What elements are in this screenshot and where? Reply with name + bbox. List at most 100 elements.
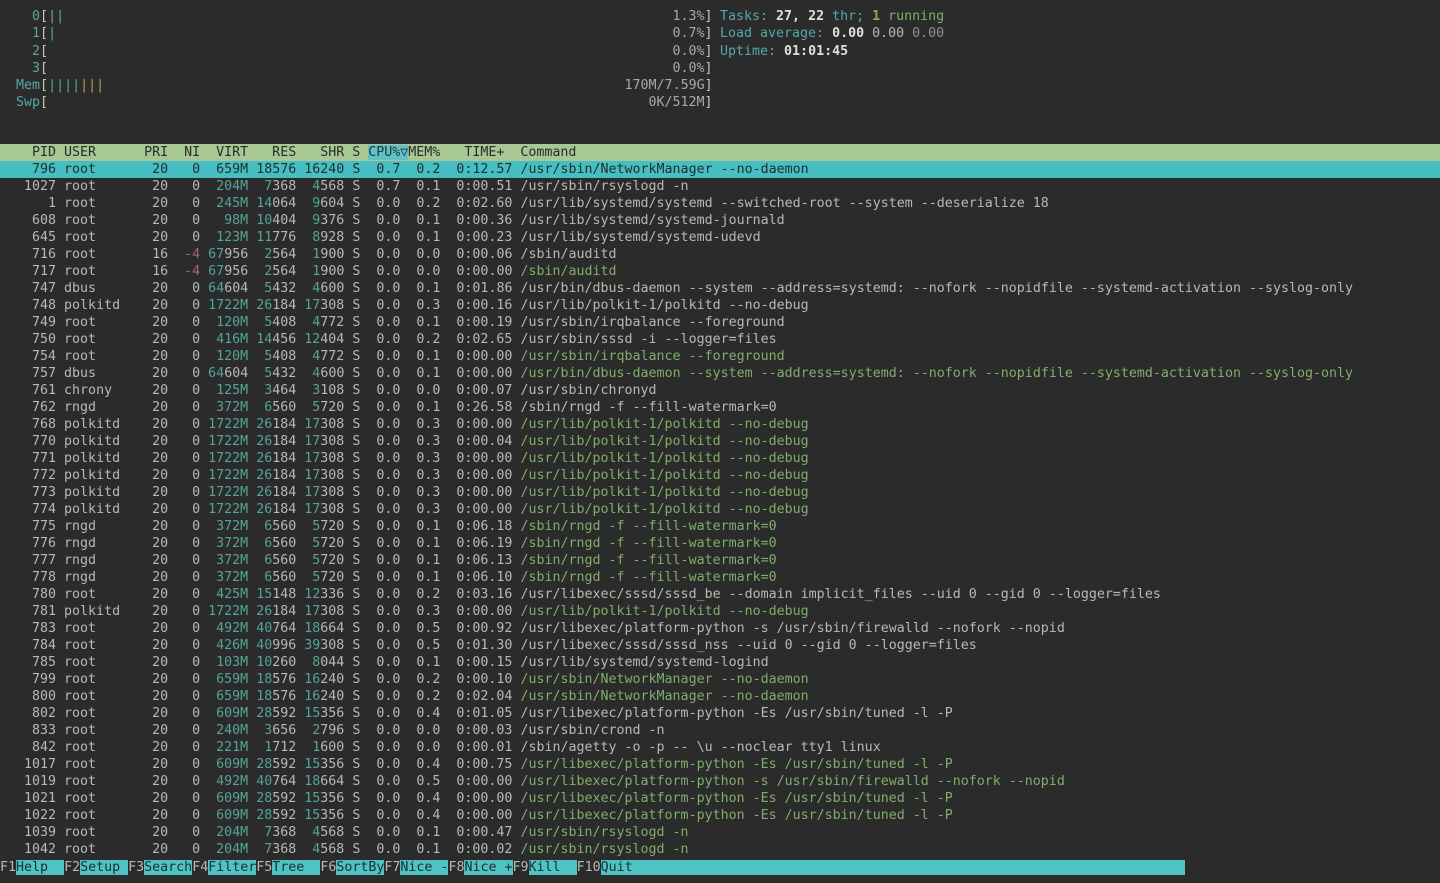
process-row[interactable]: 608 root 20 0 98M 10404 9376 S 0.0 0.1 0… [0, 212, 1440, 229]
process-nice: 0 [168, 587, 200, 602]
fkey-search[interactable]: F3Search [128, 859, 192, 877]
fkey-sortby[interactable]: F6SortBy [320, 859, 384, 877]
process-row[interactable]: 778 rngd 20 0 372M 6560 5720 S 0.0 0.1 0… [0, 569, 1440, 586]
fkey-filter[interactable]: F4Filter [192, 859, 256, 877]
process-stats: S 0.0 0.1 0:00.23 [344, 230, 520, 245]
process-row[interactable]: 1017 root 20 0 609M 28592 15356 S 0.0 0.… [0, 756, 1440, 773]
process-stats: S 0.0 0.3 0:00.00 [344, 451, 520, 466]
process-virt: 604 [224, 281, 248, 296]
process-command: /usr/sbin/chronyd [520, 383, 656, 398]
process-row[interactable]: 773 polkitd 20 0 1722M 26184 17308 S 0.0… [0, 484, 1440, 501]
process-row[interactable]: 785 root 20 0 103M 10260 8044 S 0.0 0.1 … [0, 654, 1440, 671]
process-row[interactable]: 833 root 20 0 240M 3656 2796 S 0.0 0.0 0… [0, 722, 1440, 739]
process-row[interactable]: 770 polkitd 20 0 1722M 26184 17308 S 0.0… [0, 433, 1440, 450]
process-row[interactable]: 783 root 20 0 492M 40764 18664 S 0.0 0.5… [0, 620, 1440, 637]
process-row[interactable]: 775 rngd 20 0 372M 6560 5720 S 0.0 0.1 0… [0, 518, 1440, 535]
process-shr: 12 [296, 587, 320, 602]
process-res: 26 [248, 434, 272, 449]
process-row[interactable]: 781 polkitd 20 0 1722M 26184 17308 S 0.0… [0, 603, 1440, 620]
process-shr: 8 [296, 230, 320, 245]
process-row[interactable]: 761 chrony 20 0 125M 3464 3108 S 0.0 0.0… [0, 382, 1440, 399]
process-row[interactable]: 774 polkitd 20 0 1722M 26184 17308 S 0.0… [0, 501, 1440, 518]
process-command: /usr/libexec/sssd/sssd_nss --uid 0 --gid… [520, 638, 976, 653]
process-pid-user-pri: 802 root 20 [0, 706, 168, 721]
process-row[interactable]: 784 root 20 0 426M 40996 39308 S 0.0 0.5… [0, 637, 1440, 654]
process-command: /usr/sbin/NetworkManager --no-daemon [520, 672, 808, 687]
process-nice: 0 [168, 774, 200, 789]
process-shr: 4 [296, 315, 320, 330]
process-row[interactable]: 1 root 20 0 245M 14064 9604 S 0.0 0.2 0:… [0, 195, 1440, 212]
process-row[interactable]: 777 rngd 20 0 372M 6560 5720 S 0.0 0.1 0… [0, 552, 1440, 569]
fkey-quit[interactable]: F10Quit [577, 859, 1185, 877]
process-res: 28 [248, 757, 272, 772]
process-res: 6 [248, 536, 272, 551]
process-res: 11 [248, 230, 272, 245]
process-shr: 17 [296, 434, 320, 449]
fkey-help[interactable]: F1Help [0, 859, 64, 877]
process-command: /usr/sbin/NetworkManager --no-daemon [520, 689, 808, 704]
column-headers-left[interactable]: PID USER PRI NI VIRT RES SHR S [0, 145, 368, 160]
process-row[interactable]: 754 root 20 0 120M 5408 4772 S 0.0 0.1 0… [0, 348, 1440, 365]
fkey-nice-[interactable]: F7Nice - [384, 859, 448, 877]
process-row[interactable]: 768 polkitd 20 0 1722M 26184 17308 S 0.0… [0, 416, 1440, 433]
process-command: /usr/libexec/platform-python -Es /usr/sb… [520, 757, 952, 772]
process-row[interactable]: 1021 root 20 0 609M 28592 15356 S 0.0 0.… [0, 790, 1440, 807]
process-res: 3 [248, 383, 272, 398]
fkey-tree[interactable]: F5Tree [256, 859, 320, 877]
process-row[interactable]: 776 rngd 20 0 372M 6560 5720 S 0.0 0.1 0… [0, 535, 1440, 552]
process-row[interactable]: 1042 root 20 0 204M 7368 4568 S 0.0 0.1 … [0, 841, 1440, 858]
process-nice: 0 [168, 825, 200, 840]
process-nice: 0 [168, 791, 200, 806]
process-row[interactable]: 1022 root 20 0 609M 28592 15356 S 0.0 0.… [0, 807, 1440, 824]
process-shr: 18 [296, 774, 320, 789]
process-row-selected[interactable]: 796 root 20 0 659M 18576 16240 S 0.7 0.2… [0, 161, 1440, 178]
process-command: /sbin/auditd [520, 264, 616, 279]
process-row[interactable]: 802 root 20 0 609M 28592 15356 S 0.0 0.4… [0, 705, 1440, 722]
meter-bar: | [56, 78, 64, 93]
process-row[interactable]: 717 root 16 -4 67956 2564 1900 S 0.0 0.0… [0, 263, 1440, 280]
process-shr: 5 [296, 553, 320, 568]
process-row[interactable]: 780 root 20 0 425M 15148 12336 S 0.0 0.2… [0, 586, 1440, 603]
cpu-meter-3: 3[ 0.0%] [0, 60, 713, 77]
process-shr: 720 [320, 536, 344, 551]
process-command: /usr/lib/polkit-1/polkitd --no-debug [520, 485, 808, 500]
process-row[interactable]: 749 root 20 0 120M 5408 4772 S 0.0 0.1 0… [0, 314, 1440, 331]
process-pid-user-pri: 796 root 20 [0, 162, 168, 177]
process-pid-user-pri: 777 rngd 20 [0, 553, 168, 568]
process-nice: 0 [168, 638, 200, 653]
process-row[interactable]: 762 rngd 20 0 372M 6560 5720 S 0.0 0.1 0… [0, 399, 1440, 416]
meter-bar: | [48, 9, 56, 24]
process-row[interactable]: 748 polkitd 20 0 1722M 26184 17308 S 0.0… [0, 297, 1440, 314]
process-shr: 308 [320, 485, 344, 500]
cpu-memory-meters: 0[|| 1.3%] 1[| 0.7%] 2[ [0, 8, 713, 112]
process-row[interactable]: 1039 root 20 0 204M 7368 4568 S 0.0 0.1 … [0, 824, 1440, 841]
process-stats: S 0.0 0.3 0:00.00 [344, 502, 520, 517]
process-stats: S 0.0 0.1 0:00.19 [344, 315, 520, 330]
process-row[interactable]: 772 polkitd 20 0 1722M 26184 17308 S 0.0… [0, 467, 1440, 484]
process-row[interactable]: 716 root 16 -4 67956 2564 1900 S 0.0 0.0… [0, 246, 1440, 263]
process-command: /usr/libexec/platform-python -Es /usr/sb… [520, 791, 952, 806]
fkey-number: F2 [64, 860, 80, 875]
load-average-label: Load average: [720, 26, 832, 41]
process-row[interactable]: 1027 root 20 0 204M 7368 4568 S 0.7 0.1 … [0, 178, 1440, 195]
process-row[interactable]: 842 root 20 0 221M 1712 1600 S 0.0 0.0 0… [0, 739, 1440, 756]
fkey-nice-[interactable]: F8Nice + [448, 859, 512, 877]
process-row[interactable]: 799 root 20 0 659M 18576 16240 S 0.0 0.2… [0, 671, 1440, 688]
process-stats: S 0.0 0.1 0:06.13 [344, 553, 520, 568]
process-row[interactable]: 771 polkitd 20 0 1722M 26184 17308 S 0.0… [0, 450, 1440, 467]
process-shr: 240 [320, 162, 344, 177]
process-nice: 0 [168, 519, 200, 534]
process-res: 5 [248, 366, 272, 381]
fkey-setup[interactable]: F2Setup [64, 859, 128, 877]
fkey-kill[interactable]: F9Kill [513, 859, 577, 877]
column-header-cpu-sorted[interactable]: CPU%▽ [368, 145, 408, 160]
process-row[interactable]: 645 root 20 0 123M 11776 8928 S 0.0 0.1 … [0, 229, 1440, 246]
process-row[interactable]: 800 root 20 0 659M 18576 16240 S 0.0 0.2… [0, 688, 1440, 705]
process-nice: -4 [168, 264, 200, 279]
process-res: 10 [248, 213, 272, 228]
process-row[interactable]: 757 dbus 20 0 64604 5432 4600 S 0.0 0.1 … [0, 365, 1440, 382]
process-row[interactable]: 747 dbus 20 0 64604 5432 4600 S 0.0 0.1 … [0, 280, 1440, 297]
process-row[interactable]: 750 root 20 0 416M 14456 12404 S 0.0 0.2… [0, 331, 1440, 348]
process-row[interactable]: 1019 root 20 0 492M 40764 18664 S 0.0 0.… [0, 773, 1440, 790]
column-headers-right[interactable]: MEM% TIME+ Command [408, 145, 576, 160]
